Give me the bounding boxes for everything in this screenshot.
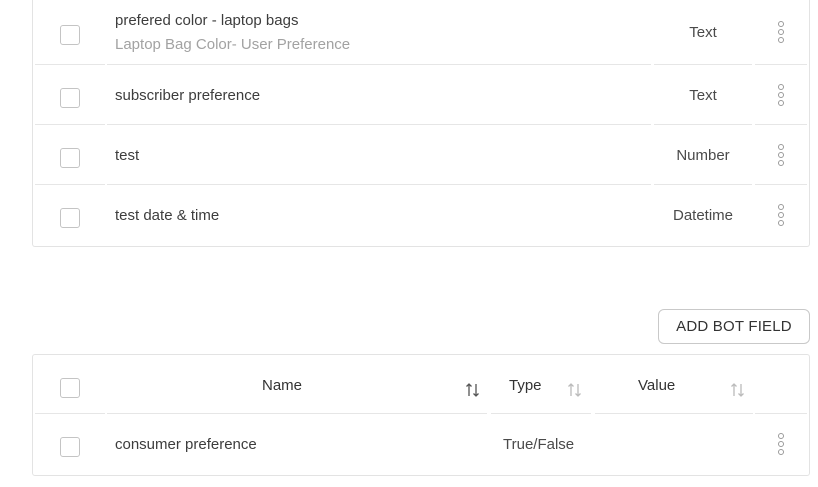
bot-fields-table: Name Type Value consumer preference True…: [32, 354, 810, 476]
bot-field-name: consumer preference: [115, 436, 257, 453]
bot-field-type: True/False: [503, 436, 575, 453]
field-name: prefered color - laptop bags: [115, 12, 299, 29]
column-header-value[interactable]: Value: [638, 377, 675, 394]
column-header-name[interactable]: Name: [262, 377, 302, 394]
field-type: Datetime: [672, 207, 734, 224]
select-all-checkbox[interactable]: [60, 378, 80, 398]
table-row[interactable]: test Number: [33, 125, 809, 185]
sort-arrows-icon[interactable]: [567, 381, 583, 399]
row-checkbox[interactable]: [60, 208, 80, 228]
field-type: Text: [689, 87, 717, 104]
sort-arrows-icon[interactable]: [730, 381, 746, 399]
table-row[interactable]: consumer preference True/False: [33, 414, 809, 475]
row-checkbox[interactable]: [60, 25, 80, 45]
field-type: Text: [689, 24, 717, 41]
column-header-type[interactable]: Type: [509, 377, 542, 394]
row-checkbox[interactable]: [60, 148, 80, 168]
table-header: Name Type Value: [33, 355, 809, 414]
custom-fields-table: prefered color - laptop bags Laptop Bag …: [32, 0, 810, 247]
table-row[interactable]: test date & time Datetime: [33, 185, 809, 245]
table-row[interactable]: subscriber preference Text: [33, 65, 809, 125]
add-bot-field-button[interactable]: ADD BOT FIELD: [658, 309, 810, 344]
more-vertical-icon[interactable]: [774, 21, 788, 43]
table-row[interactable]: prefered color - laptop bags Laptop Bag …: [33, 0, 809, 65]
field-name: subscriber preference: [115, 87, 261, 104]
field-description: Laptop Bag Color- User Preference: [115, 36, 351, 53]
field-name: test date & time: [115, 207, 220, 224]
row-checkbox[interactable]: [60, 88, 80, 108]
field-name: test: [115, 147, 140, 164]
row-checkbox[interactable]: [60, 437, 80, 457]
more-vertical-icon[interactable]: [774, 204, 788, 226]
more-vertical-icon[interactable]: [774, 84, 788, 106]
more-vertical-icon[interactable]: [774, 144, 788, 166]
sort-arrows-icon[interactable]: [465, 381, 481, 399]
field-type: Number: [676, 147, 730, 164]
more-vertical-icon[interactable]: [774, 433, 788, 455]
